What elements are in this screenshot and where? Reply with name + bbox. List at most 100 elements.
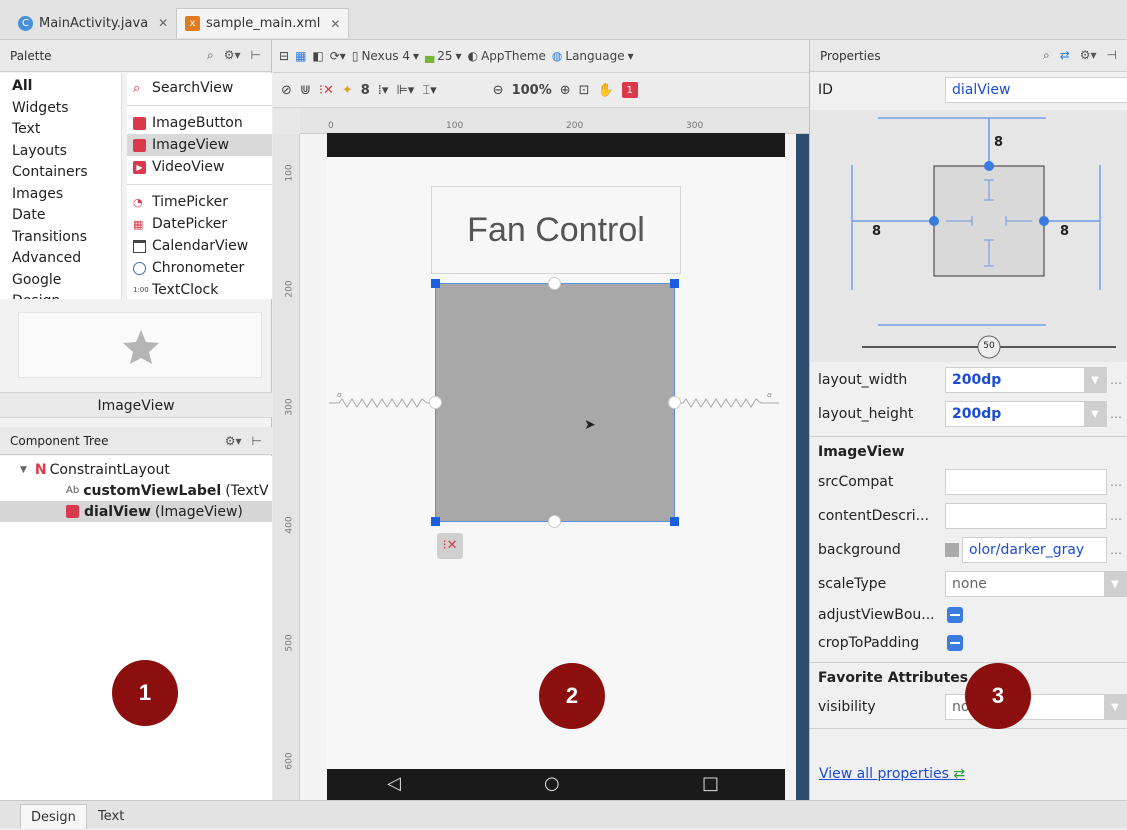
palette-item-textclock[interactable]: 1:00 TextClock <box>127 279 272 299</box>
left-anchor[interactable] <box>429 396 442 409</box>
palette-item-searchview[interactable]: ⌕ SearchView <box>127 77 272 99</box>
search-icon[interactable]: ⌕ <box>207 48 214 63</box>
palette-item-imageview[interactable]: ImageView <box>127 134 272 156</box>
id-field[interactable]: dialView <box>945 77 1127 103</box>
clear-constraints-icon[interactable]: ⁝✕ <box>319 83 334 98</box>
margin-left-value[interactable]: 8 <box>872 224 881 239</box>
gear-icon[interactable]: ⚙▾ <box>1080 48 1097 63</box>
scaletype-select[interactable]: none ▼ <box>945 571 1127 597</box>
component-tree-title: Component Tree <box>10 433 109 448</box>
palette-item-calendarview[interactable]: CalendarView <box>127 235 272 257</box>
hide-panel-icon[interactable]: ⊣ <box>1107 48 1117 63</box>
hide-panel-icon[interactable]: ⊢ <box>252 434 262 448</box>
zoom-out-icon[interactable]: ⊖ <box>493 83 504 98</box>
default-margin[interactable]: 8 <box>361 83 370 98</box>
category-google[interactable]: Google <box>12 270 121 292</box>
view-all-properties-link[interactable]: View all properties ⇄ <box>819 766 965 782</box>
gear-icon[interactable]: ⚙▾ <box>224 48 241 63</box>
category-all[interactable]: All <box>12 76 121 98</box>
background-field[interactable]: olor/darker_gray <box>962 537 1107 563</box>
fan-control-label[interactable]: Fan Control <box>431 186 681 274</box>
palette-item-videoview[interactable]: ▶ VideoView <box>127 156 272 178</box>
swap-view-icon[interactable]: ⇄ <box>1060 48 1070 63</box>
resize-handle[interactable] <box>431 279 440 288</box>
device-dropdown[interactable]: ▯ Nexus 4 ▾ <box>352 49 419 63</box>
palette-item-datepicker[interactable]: ▦ DatePicker <box>127 213 272 235</box>
category-design[interactable]: Design <box>12 291 121 299</box>
palette-item-chronometer[interactable]: Chronometer <box>127 257 272 279</box>
category-text[interactable]: Text <box>12 119 121 141</box>
align-icon[interactable]: ⊫▾ <box>396 83 414 98</box>
pan-hand-icon[interactable]: ✋ <box>598 83 614 98</box>
tab-design[interactable]: Design <box>20 804 87 829</box>
chevron-down-icon[interactable]: ▼ <box>1104 695 1126 719</box>
zoom-fit-icon[interactable]: ⊡ <box>579 83 590 98</box>
dial-view[interactable] <box>435 283 675 522</box>
chevron-down-icon[interactable]: ▼ <box>1084 368 1106 392</box>
split-view-icon[interactable]: ◧ <box>312 49 323 63</box>
category-containers[interactable]: Containers <box>12 162 121 184</box>
srccompat-field[interactable] <box>945 469 1107 495</box>
palette-item-imagebutton[interactable]: ImageButton <box>127 112 272 134</box>
expand-arrow-icon[interactable]: ▼ <box>20 465 27 475</box>
back-icon[interactable]: ◁ <box>387 773 401 794</box>
recents-icon[interactable]: □ <box>702 773 719 794</box>
blueprint-icon[interactable]: ▦ <box>295 49 306 63</box>
resize-handle[interactable] <box>670 279 679 288</box>
bottom-anchor[interactable] <box>548 515 561 528</box>
close-icon[interactable]: ✕ <box>330 17 340 31</box>
category-layouts[interactable]: Layouts <box>12 141 121 163</box>
svg-text:8: 8 <box>767 393 772 399</box>
divider <box>810 662 1127 663</box>
crop-to-padding-checkbox[interactable] <box>947 635 963 651</box>
gear-icon[interactable]: ⚙▾ <box>225 434 242 448</box>
delete-constraints-icon[interactable]: ⁝✕ <box>437 533 463 559</box>
home-icon[interactable]: ○ <box>544 773 560 794</box>
tab-label: sample_main.xml <box>206 16 321 31</box>
language-dropdown[interactable]: ◍ Language ▾ <box>552 49 634 63</box>
show-constraints-icon[interactable]: ⊘ <box>281 83 292 98</box>
infer-constraints-icon[interactable]: ✦ <box>342 83 353 98</box>
category-images[interactable]: Images <box>12 184 121 206</box>
top-anchor[interactable] <box>548 277 561 290</box>
category-advanced[interactable]: Advanced <box>12 248 121 270</box>
search-icon[interactable]: ⌕ <box>1043 48 1050 63</box>
theme-dropdown[interactable]: ◐ AppTheme <box>468 49 546 63</box>
api-dropdown[interactable]: ▄ 25 ▾ <box>425 49 462 63</box>
category-transitions[interactable]: Transitions <box>12 227 121 249</box>
tab-sample-main[interactable]: x sample_main.xml ✕ <box>176 8 350 38</box>
pack-icon[interactable]: ⁞▾ <box>378 83 389 98</box>
hide-panel-icon[interactable]: ⊢ <box>251 48 261 63</box>
layout-height-select[interactable]: 200dp ▼ <box>945 401 1107 427</box>
android-icon: ▄ <box>425 49 435 63</box>
category-date[interactable]: Date <box>12 205 121 227</box>
guidelines-icon[interactable]: ⌶▾ <box>422 83 436 98</box>
warnings-badge[interactable]: 1 <box>621 82 638 98</box>
tree-node-dialview[interactable]: dialView (ImageView) <box>0 501 272 522</box>
orientation-icon[interactable]: ⟳▾ <box>330 49 346 63</box>
tree-node-constraintlayout[interactable]: ▼ N ConstraintLayout <box>0 459 272 480</box>
tree-node-customviewlabel[interactable]: Ab customViewLabel (TextV <box>0 480 272 501</box>
zoom-in-icon[interactable]: ⊕ <box>560 83 571 98</box>
resize-handle[interactable] <box>431 517 440 526</box>
palette-item-timepicker[interactable]: ◔ TimePicker <box>127 191 272 213</box>
close-icon[interactable]: ✕ <box>158 16 168 30</box>
tab-text[interactable]: Text <box>88 804 134 829</box>
right-anchor[interactable] <box>668 396 681 409</box>
chevron-down-icon[interactable]: ▼ <box>1104 572 1126 596</box>
design-surface-icon[interactable]: ⊟ <box>279 49 289 63</box>
margin-top-value[interactable]: 8 <box>994 135 1003 150</box>
adjust-view-bounds-checkbox[interactable] <box>947 607 963 623</box>
color-swatch[interactable] <box>945 543 959 557</box>
margin-right-value[interactable]: 8 <box>1060 224 1069 239</box>
autoconnect-icon[interactable]: ⋓ <box>300 83 311 98</box>
layout-width-select[interactable]: 200dp ▼ <box>945 367 1107 393</box>
tab-mainactivity[interactable]: C MainActivity.java ✕ <box>10 8 176 38</box>
content-description-field[interactable] <box>945 503 1107 529</box>
blueprint-scrollbar[interactable] <box>796 134 809 800</box>
bias-slider[interactable]: 50 <box>981 341 997 351</box>
resize-handle[interactable] <box>670 517 679 526</box>
ruler-tick: 400 <box>284 516 295 534</box>
chevron-down-icon[interactable]: ▼ <box>1084 402 1106 426</box>
category-widgets[interactable]: Widgets <box>12 98 121 120</box>
